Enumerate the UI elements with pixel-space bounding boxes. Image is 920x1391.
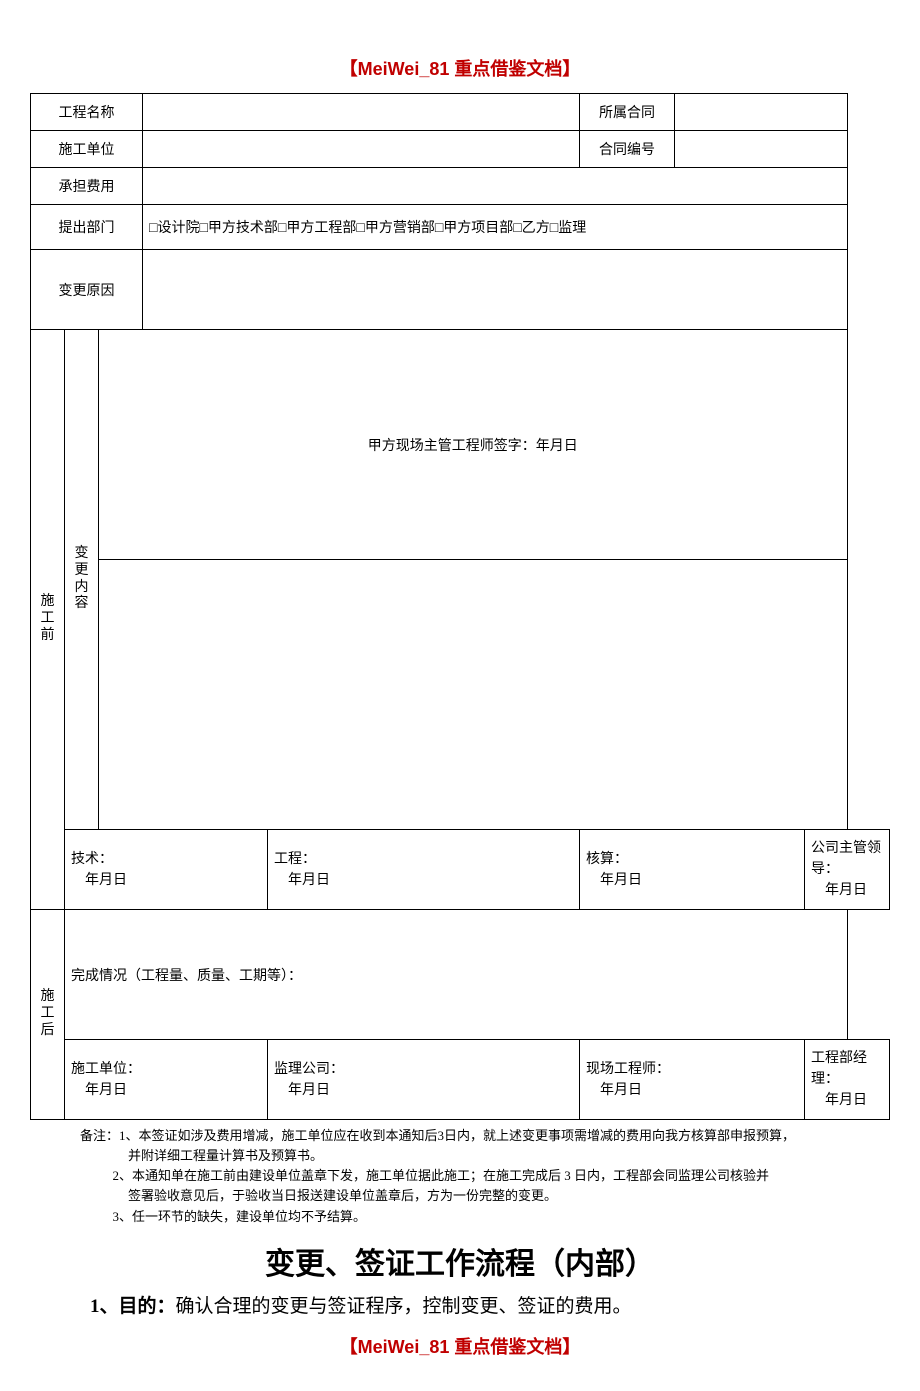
row-pre-blank: [31, 560, 890, 830]
label-change-reason: 变更原因: [31, 250, 143, 330]
field-bear-fee[interactable]: [143, 168, 848, 205]
label-construction-unit: 施工单位: [31, 131, 143, 168]
section-title-workflow: 变更、签证工作流程（内部）: [30, 1239, 890, 1283]
note-2: 2、本通知单在施工前由建设单位盖章下发，施工单位据此施工；在施工完成后 3 日内…: [80, 1166, 890, 1186]
field-completion-status[interactable]: 完成情况（工程量、质量、工期等）：: [65, 910, 848, 1040]
note-3: 3、任一环节的缺失，建设单位均不予结算。: [80, 1207, 890, 1227]
field-construction-unit[interactable]: [143, 131, 580, 168]
row-pre-sig: 施 工 前 变 更 内 容 甲方现场主管工程师签字：年月日: [31, 330, 890, 560]
field-raise-dept-options[interactable]: □设计院□甲方技术部□甲方工程部□甲方营销部□甲方项目部□乙方□监理: [143, 205, 848, 250]
field-contract-belong[interactable]: [675, 94, 847, 131]
page-header-watermark: 【MeiWei_81 重点借鉴文档】: [30, 55, 890, 81]
row-construction-unit: 施工单位 合同编号: [31, 131, 890, 168]
field-signer-text[interactable]: 甲方现场主管工程师签字：年月日: [99, 330, 848, 560]
field-tech[interactable]: 技术： 年月日: [65, 830, 268, 910]
goal-label: 1、目的：: [90, 1296, 176, 1317]
label-contract-belong: 所属合同: [580, 94, 675, 131]
field-leader[interactable]: 公司主管领导： 年月日: [805, 830, 890, 910]
field-xcgcs[interactable]: 现场工程师： 年月日: [580, 1040, 805, 1120]
field-engineer[interactable]: 工程： 年月日: [268, 830, 580, 910]
row-pre-signoff: 技术： 年月日 工程： 年月日 核算： 年月日 公司主管领导： 年月日: [31, 830, 890, 910]
row-raise-dept: 提出部门 □设计院□甲方技术部□甲方工程部□甲方营销部□甲方项目部□乙方□监理: [31, 205, 890, 250]
row-change-reason: 变更原因: [31, 250, 890, 330]
row-post-signoff: 施工单位： 年月日 监理公司： 年月日 现场工程师： 年月日 工程部经理： 年月…: [31, 1040, 890, 1120]
goal-line: 1、目的：确认合理的变更与签证程序，控制变更、签证的费用。: [30, 1291, 890, 1318]
field-project-name[interactable]: [143, 94, 580, 131]
goal-text: 确认合理的变更与签证程序，控制变更、签证的费用。: [176, 1296, 632, 1317]
page-footer-watermark: 【MeiWei_81 重点借鉴文档】: [30, 1333, 890, 1359]
label-bear-fee: 承担费用: [31, 168, 143, 205]
field-jlgs[interactable]: 监理公司： 年月日: [268, 1040, 580, 1120]
row-post-completion: 施 工 后 完成情况（工程量、质量、工期等）：: [31, 910, 890, 1040]
field-contract-no[interactable]: [675, 131, 847, 168]
notes-block: 备注：1、本签证如涉及费用增减，施工单位应在收到本通知后3日内，就上述变更事项需…: [30, 1120, 890, 1227]
change-form-table: 工程名称 所属合同 施工单位 合同编号 承担费用 提出部门 □设计院□甲方技术部…: [30, 93, 890, 1120]
label-raise-dept: 提出部门: [31, 205, 143, 250]
field-gcbjl[interactable]: 工程部经理： 年月日: [805, 1040, 890, 1120]
label-change-content: 变 更 内 容: [65, 330, 99, 830]
row-bear-fee: 承担费用: [31, 168, 890, 205]
row-project: 工程名称 所属合同: [31, 94, 890, 131]
label-post-construct: 施 工 后: [31, 910, 65, 1120]
field-change-content[interactable]: [99, 560, 848, 830]
label-project-name: 工程名称: [31, 94, 143, 131]
field-sgdw[interactable]: 施工单位： 年月日: [65, 1040, 268, 1120]
field-account[interactable]: 核算： 年月日: [580, 830, 805, 910]
field-change-reason[interactable]: [143, 250, 848, 330]
label-contract-no: 合同编号: [580, 131, 675, 168]
label-pre-construct: 施 工 前: [31, 330, 65, 910]
